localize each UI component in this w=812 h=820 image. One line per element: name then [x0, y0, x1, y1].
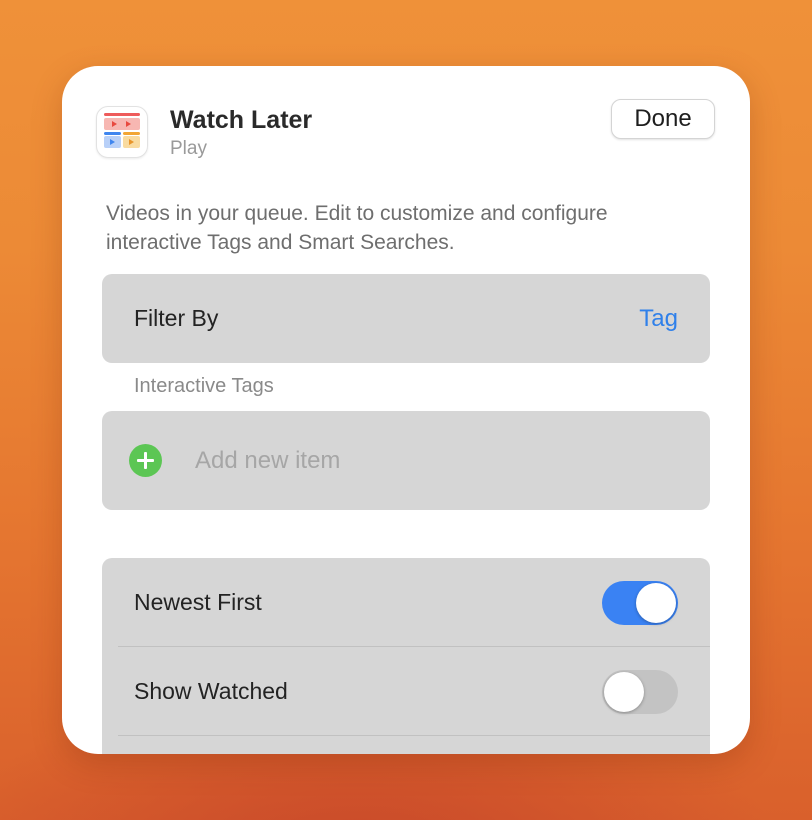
show-watched-row: Show Watched: [102, 647, 710, 736]
newest-first-row: Newest First: [102, 558, 710, 647]
plus-circle-icon[interactable]: [129, 444, 162, 477]
settings-card: Newest First Show Watched: [102, 558, 710, 754]
interactive-tags-header: Interactive Tags: [134, 375, 274, 397]
newest-first-label: Newest First: [134, 589, 262, 615]
toggle-knob: [604, 671, 644, 712]
shortcut-title: Watch Later: [170, 106, 313, 134]
newest-first-toggle[interactable]: [602, 580, 678, 625]
shortcut-description: Videos in your queue. Edit to customize …: [106, 202, 608, 254]
filter-by-card: Filter By Tag: [102, 274, 710, 363]
add-new-item-label[interactable]: Add new item: [195, 447, 340, 475]
row-divider: [118, 735, 710, 736]
filter-by-label: Filter By: [134, 305, 219, 331]
filter-by-value[interactable]: Tag: [639, 305, 678, 333]
app-subtitle: Play: [170, 138, 207, 159]
interactive-tags-card: Add new item: [102, 411, 710, 510]
filter-by-row[interactable]: Filter By Tag: [102, 274, 710, 363]
show-watched-toggle[interactable]: [602, 669, 678, 714]
toggle-knob: [636, 582, 676, 623]
play-app-icon: [96, 106, 148, 158]
done-button[interactable]: Done: [611, 99, 715, 139]
show-watched-label: Show Watched: [134, 678, 288, 704]
watch-later-dialog: Watch Later Play Done Videos in your que…: [62, 66, 750, 754]
add-new-item-row[interactable]: Add new item: [102, 411, 710, 510]
